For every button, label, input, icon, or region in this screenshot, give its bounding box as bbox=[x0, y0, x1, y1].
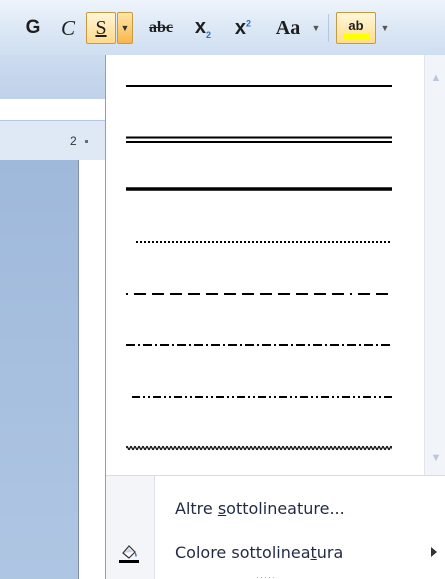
superscript-button[interactable]: x2 bbox=[228, 12, 258, 44]
ruler-tick bbox=[85, 140, 88, 143]
subscript-button[interactable]: x2 bbox=[188, 12, 218, 44]
dot-dash-line-icon bbox=[126, 344, 392, 346]
submenu-arrow-icon bbox=[431, 547, 437, 557]
toolbar-separator bbox=[328, 14, 329, 42]
subscript-mark: 2 bbox=[206, 30, 212, 40]
subscript-icon: x2 bbox=[195, 16, 211, 40]
chevron-down-icon: ▼ bbox=[380, 23, 390, 33]
bold-button[interactable]: G bbox=[20, 12, 46, 44]
underline-style-dot-dash[interactable] bbox=[114, 324, 414, 368]
dotted-line-icon bbox=[136, 241, 392, 243]
superscript-mark: 2 bbox=[246, 17, 252, 28]
highlight-dropdown[interactable]: ▼ bbox=[378, 12, 392, 44]
more-underlines-item[interactable]: Altre sottolineature... bbox=[106, 490, 445, 526]
underline-dropdown-menu: ▲ ▼ Altre sottolineature... Colore sotto… bbox=[105, 55, 445, 579]
italic-icon: C bbox=[60, 15, 75, 40]
superscript-base: x bbox=[234, 16, 247, 39]
paint-bucket-icon bbox=[119, 545, 139, 563]
strikethrough-icon: abc bbox=[149, 19, 173, 36]
underline-style-double[interactable] bbox=[114, 118, 414, 162]
underline-style-dotted[interactable] bbox=[114, 221, 414, 265]
dashed-line-icon bbox=[126, 293, 392, 295]
underline-style-dot-dot-dash[interactable] bbox=[114, 376, 414, 420]
more-underlines-label-rest: ottolineature... bbox=[226, 499, 345, 518]
chevron-down-icon: ▼ bbox=[311, 23, 321, 33]
highlight-icon: ab bbox=[348, 17, 364, 33]
underline-style-single[interactable] bbox=[114, 64, 414, 108]
ruler-number: 2 bbox=[70, 134, 77, 148]
change-case-button[interactable]: Aa bbox=[268, 12, 308, 44]
scroll-up-icon[interactable]: ▲ bbox=[428, 71, 444, 85]
underline-color-label: Colore sottolineatura bbox=[175, 543, 343, 562]
underline-style-wave[interactable] bbox=[114, 427, 414, 471]
subscript-base: x bbox=[194, 16, 207, 38]
single-line-icon bbox=[126, 85, 392, 87]
strikethrough-button[interactable]: abc bbox=[144, 12, 178, 44]
highlight-button[interactable]: ab bbox=[336, 12, 376, 44]
scroll-down-icon[interactable]: ▼ bbox=[428, 451, 444, 465]
font-toolbar: G C S ▼ abc x2 x2 Aa ▼ ab ▼ bbox=[0, 0, 445, 56]
highlight-color-bar bbox=[343, 33, 369, 39]
thick-line-icon bbox=[126, 187, 392, 191]
double-line-icon bbox=[126, 136, 392, 143]
underline-icon: S bbox=[95, 16, 107, 39]
underline-style-thick[interactable] bbox=[114, 168, 414, 212]
document-page[interactable] bbox=[78, 160, 106, 579]
change-case-icon: Aa bbox=[275, 16, 301, 39]
underline-color-label-part: Colore sottolinea bbox=[175, 543, 311, 562]
superscript-icon: x2 bbox=[235, 17, 251, 40]
italic-button[interactable]: C bbox=[55, 12, 81, 44]
bold-icon: G bbox=[25, 17, 41, 38]
underline-button[interactable]: S bbox=[86, 12, 116, 44]
underline-color-item[interactable]: Colore sottolineatura bbox=[106, 534, 445, 570]
resize-grip-icon[interactable]: ····· bbox=[256, 572, 276, 579]
ribbon-background bbox=[0, 55, 105, 99]
wave-line-icon bbox=[126, 445, 392, 451]
gallery-scrollbar[interactable]: ▲ ▼ bbox=[424, 55, 445, 475]
underline-style-gallery bbox=[106, 55, 424, 475]
dot-dot-dash-line-icon bbox=[132, 396, 392, 398]
word-font-group: G C S ▼ abc x2 x2 Aa ▼ ab ▼ 2 ▲ ▼ Altre … bbox=[0, 0, 445, 579]
underline-color-label-rest: ura bbox=[316, 543, 344, 562]
chevron-down-icon: ▼ bbox=[120, 23, 130, 33]
change-case-dropdown[interactable]: ▼ bbox=[310, 12, 322, 44]
more-underlines-accelerator: s bbox=[217, 499, 227, 518]
more-underlines-label: Altre sottolineature... bbox=[175, 499, 345, 518]
horizontal-ruler bbox=[0, 120, 105, 162]
dropdown-menu-commands: Altre sottolineature... Colore sottoline… bbox=[106, 475, 445, 579]
more-underlines-label-part: Altre bbox=[175, 499, 218, 518]
underline-style-dashed[interactable] bbox=[114, 273, 414, 317]
underline-dropdown-button[interactable]: ▼ bbox=[117, 12, 133, 44]
